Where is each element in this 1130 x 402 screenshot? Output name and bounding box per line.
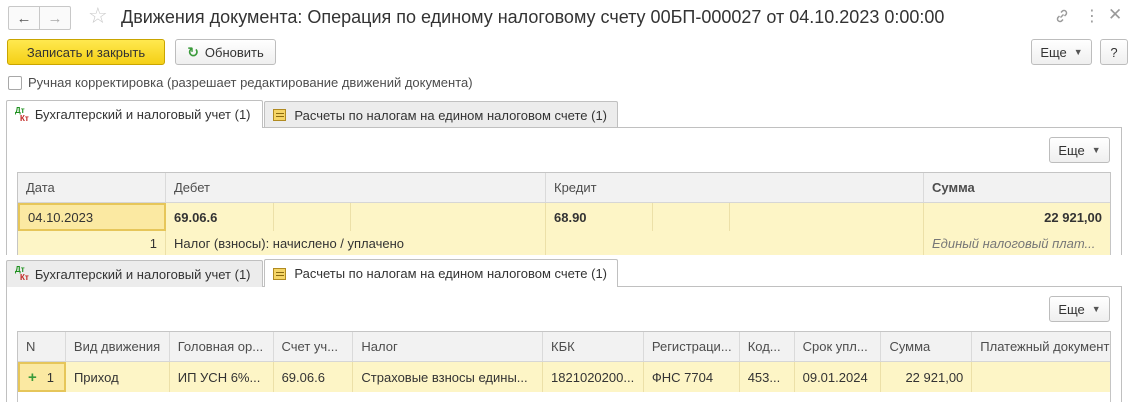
window-titlebar: ← → ☆ Движения документа: Операция по ед… (0, 0, 1130, 36)
manual-edit-label: Ручная корректировка (разрешает редактир… (28, 75, 473, 90)
line-number-cell: 1 (18, 231, 166, 255)
debit-account-cell[interactable]: 69.06.6 (166, 203, 274, 231)
panel-more-button-bottom[interactable]: Еще ▼ (1049, 296, 1110, 322)
column-header[interactable]: Дебет (166, 173, 546, 202)
save-and-close-label: Записать и закрыть (26, 44, 146, 60)
more-label: Еще (1040, 44, 1067, 60)
table-header: Дата Дебет Кредит Сумма (18, 173, 1110, 203)
tab-label: Расчеты по налогам на едином налоговом с… (294, 266, 607, 281)
table-row[interactable]: + 1 Приход ИП УСН 6%... 69.06.6 Страховы… (18, 362, 1110, 392)
dt-kt-icon: Дт Кт (15, 105, 29, 123)
more-label: Еще (1058, 301, 1085, 317)
link-icon[interactable] (1054, 8, 1072, 26)
credit-account-cell[interactable]: 68.90 (546, 203, 653, 231)
table-header: N Вид движения Головная ор... Счет уч...… (18, 332, 1110, 362)
more-label: Еще (1058, 142, 1085, 158)
credit-subconto-cell[interactable] (653, 203, 730, 231)
arrow-left-icon: ← (16, 9, 32, 27)
content-cell[interactable]: Налог (взносы): начислено / уплачено (166, 231, 546, 255)
credit-empty-cell[interactable] (546, 231, 924, 255)
more-menu-button[interactable]: Еще ▼ (1031, 39, 1092, 65)
code-cell[interactable]: 453... (740, 362, 795, 392)
amount-cell[interactable]: 22 921,00 (924, 203, 1110, 231)
refresh-label: Обновить (204, 44, 264, 60)
register-icon (273, 267, 287, 280)
tab-tax-settlements-bottom[interactable]: Расчеты по налогам на едином налоговом с… (264, 259, 618, 287)
manual-edit-row[interactable]: Ручная корректировка (разрешает редактир… (8, 75, 473, 90)
date-cell[interactable]: 04.10.2023 (18, 203, 166, 231)
column-header[interactable]: Счет уч... (274, 332, 354, 361)
caret-down-icon: ▼ (1073, 47, 1083, 57)
more-vertical-icon[interactable]: ⋮ (1084, 6, 1100, 26)
plus-icon: + (28, 368, 37, 386)
save-and-close-button[interactable]: Записать и закрыть (7, 39, 165, 65)
due-date-cell[interactable]: 09.01.2024 (795, 362, 882, 392)
dt-kt-icon: Дт Кт (15, 265, 29, 282)
registration-cell[interactable]: ФНС 7704 (644, 362, 740, 392)
refresh-button[interactable]: ↻ Обновить (175, 39, 276, 65)
close-icon[interactable]: ✕ (1108, 5, 1122, 25)
column-header[interactable]: Кредит (546, 173, 924, 202)
back-button[interactable]: ← (8, 6, 40, 30)
caret-down-icon: ▼ (1091, 304, 1101, 314)
amount-note-cell[interactable]: Единый налоговый плат... (924, 231, 1110, 255)
table-row[interactable]: 04.10.2023 69.06.6 68.90 22 921,00 (18, 203, 1110, 231)
window-title: Движения документа: Операция по единому … (121, 7, 945, 27)
tax-cell[interactable]: Страховые взносы едины... (353, 362, 544, 392)
register-icon (273, 109, 287, 121)
organization-cell[interactable]: ИП УСН 6%... (170, 362, 274, 392)
debit-subconto-cell[interactable] (351, 203, 546, 231)
column-header[interactable]: Платежный документ (972, 332, 1110, 361)
debit-subconto-cell[interactable] (274, 203, 351, 231)
account-cell[interactable]: 69.06.6 (274, 362, 354, 392)
column-header[interactable]: Дата (18, 173, 166, 202)
help-button[interactable]: ? (1100, 39, 1128, 65)
column-header[interactable]: Сумма (924, 173, 1110, 202)
tabs-bottom: Дт Кт Бухгалтерский и налоговый учет (1) … (6, 259, 619, 287)
amount-cell[interactable]: 22 921,00 (881, 362, 973, 392)
kbk-cell[interactable]: 1821020200... (543, 362, 644, 392)
forward-button[interactable]: → (39, 6, 71, 30)
column-header[interactable]: N (18, 332, 66, 361)
refresh-icon: ↻ (187, 43, 199, 60)
caret-down-icon: ▼ (1091, 145, 1101, 155)
n-cell[interactable]: + 1 (18, 362, 66, 392)
help-label: ? (1110, 44, 1118, 60)
arrow-right-icon: → (47, 9, 63, 27)
movement-cell[interactable]: Приход (66, 362, 170, 392)
column-header[interactable]: Регистраци... (644, 332, 740, 361)
column-header[interactable]: Сумма (881, 332, 973, 361)
column-header[interactable]: Вид движения (66, 332, 170, 361)
tab-label: Бухгалтерский и налоговый учет (1) (34, 266, 251, 282)
column-header[interactable]: Головная ор... (170, 332, 274, 361)
tax-settlements-table: N Вид движения Головная ор... Счет уч...… (17, 331, 1111, 402)
star-icon[interactable]: ☆ (88, 4, 108, 28)
credit-subconto-cell[interactable] (730, 203, 924, 231)
row-number: 1 (46, 369, 54, 385)
manual-edit-checkbox[interactable] (8, 75, 22, 90)
tab-accounting-top[interactable]: Дт Кт Бухгалтерский и налоговый учет (1) (6, 100, 263, 128)
panel-more-button-top[interactable]: Еще ▼ (1049, 137, 1110, 163)
table-row-continuation[interactable]: 1 Налог (взносы): начислено / уплачено Е… (18, 231, 1110, 255)
tab-accounting-bottom[interactable]: Дт Кт Бухгалтерский и налоговый учет (1) (6, 260, 263, 287)
accounting-table: Дата Дебет Кредит Сумма 04.10.2023 69.06… (17, 172, 1111, 255)
column-header[interactable]: КБК (543, 332, 644, 361)
tab-label: Расчеты по налогам на едином налоговом с… (294, 107, 607, 123)
tabs-top: Дт Кт Бухгалтерский и налоговый учет (1) … (6, 100, 619, 128)
column-header[interactable]: Налог (353, 332, 544, 361)
column-header[interactable]: Срок упл... (795, 332, 882, 361)
tab-label: Бухгалтерский и налоговый учет (1) (34, 107, 251, 122)
tab-tax-settlements-top[interactable]: Расчеты по налогам на едином налоговом с… (264, 101, 618, 128)
payment-document-cell[interactable] (972, 362, 1110, 392)
column-header[interactable]: Код... (740, 332, 795, 361)
